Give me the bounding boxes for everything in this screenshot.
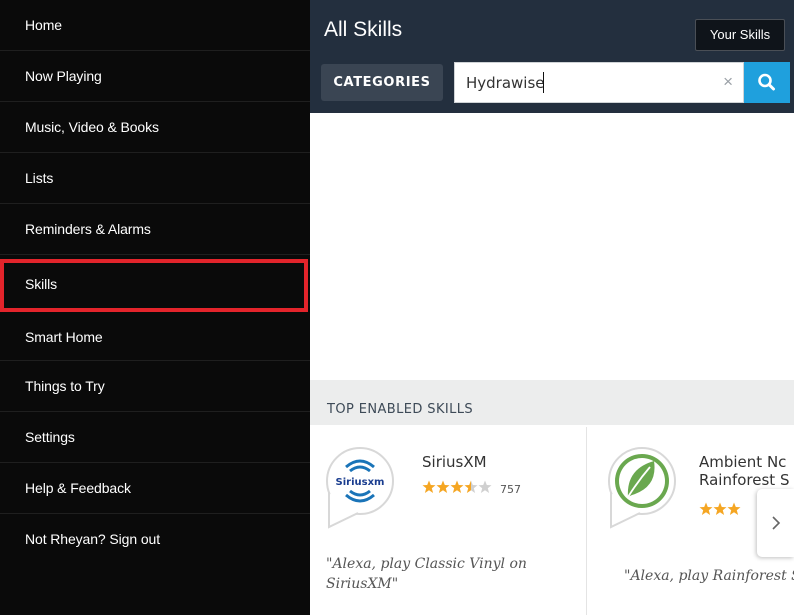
section-header: TOP ENABLED SKILLS [310, 380, 794, 425]
leaf-icon [608, 447, 676, 529]
search-icon [758, 73, 775, 91]
content-area [310, 113, 794, 380]
sidebar-item-music-video-books[interactable]: Music, Video & Books [0, 102, 310, 153]
sidebar-item-things-to-try[interactable]: Things to Try [0, 361, 310, 412]
sidebar-item-sign-out[interactable]: Not Rheyan? Sign out [0, 514, 310, 565]
skill-example-phrase: "Alexa, play Classic Vinyl on SiriusXM" [326, 556, 527, 592]
sidebar-item-now-playing[interactable]: Now Playing [0, 51, 310, 102]
carousel-next-button[interactable] [757, 489, 794, 557]
skill-name-line1[interactable]: Ambient Nc [699, 454, 786, 471]
siriusxm-logo: Siriusxm [326, 447, 394, 529]
search-input-value: Hydrawise [466, 74, 545, 92]
skill-example-phrase: "Alexa, play Rainforest S [624, 568, 794, 584]
svg-text:Siriusxm: Siriusxm [336, 477, 385, 488]
sidebar-item-smart-home[interactable]: Smart Home [0, 312, 310, 361]
skill-name[interactable]: SiriusXM [422, 454, 487, 471]
search-button[interactable] [744, 62, 790, 103]
skill-name-line2[interactable]: Rainforest S [699, 472, 789, 489]
sidebar-item-settings[interactable]: Settings [0, 412, 310, 463]
sidebar-item-home[interactable]: Home [0, 0, 310, 51]
sidebar: Home Now Playing Music, Video & Books Li… [0, 0, 310, 615]
sidebar-item-reminders-alarms[interactable]: Reminders & Alarms [0, 204, 310, 255]
close-icon[interactable]: × [723, 72, 733, 92]
star-rating [699, 502, 741, 515]
sidebar-item-skills[interactable]: Skills [0, 259, 308, 312]
star-rating [422, 480, 492, 493]
review-count: 757 [500, 483, 521, 496]
your-skills-button[interactable]: Your Skills [695, 19, 785, 51]
text-cursor [543, 72, 544, 93]
search-input[interactable]: Hydrawise × [454, 62, 744, 103]
sidebar-item-lists[interactable]: Lists [0, 153, 310, 204]
skill-card[interactable]: Siriusxm SiriusXM 757 "Alexa, play Class… [310, 427, 587, 615]
skills-header: All Skills Your Skills CATEGORIES Hydraw… [310, 0, 794, 113]
categories-button[interactable]: CATEGORIES [321, 64, 443, 101]
sidebar-item-help-feedback[interactable]: Help & Feedback [0, 463, 310, 514]
chevron-right-icon [771, 516, 780, 530]
section-title: TOP ENABLED SKILLS [327, 402, 474, 417]
page-title: All Skills [324, 18, 403, 41]
